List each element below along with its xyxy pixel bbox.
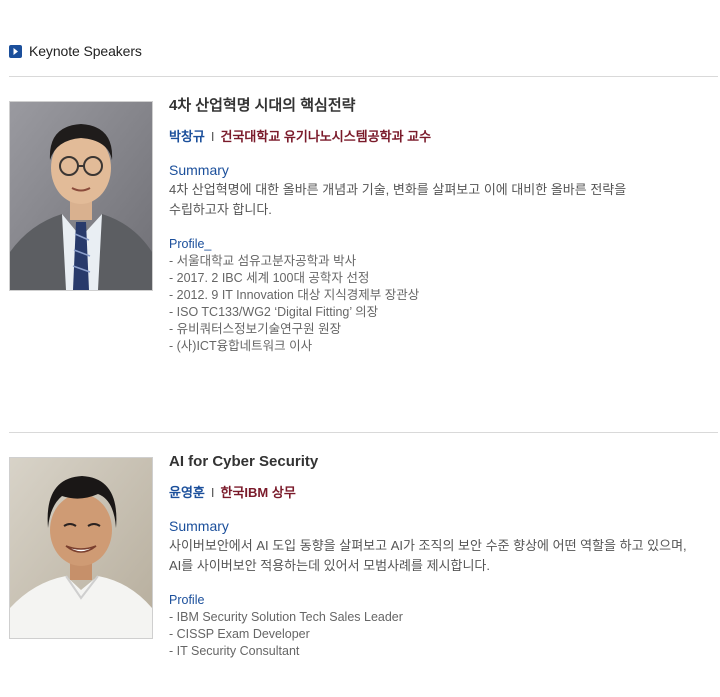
arrow-bullet-icon <box>9 44 22 58</box>
separator: I <box>210 129 215 144</box>
profile-item: - (사)ICT융합네트워크 이사 <box>169 339 313 353</box>
profile-item: - ISO TC133/WG2 ‘Digital Fitting’ 의장 <box>169 305 379 319</box>
summary-text: 4차 산업혁명에 대한 올바른 개념과 기술, 변화를 살펴보고 이에 대비한 … <box>169 180 720 220</box>
divider <box>9 432 718 433</box>
profile-item: - 2012. 9 IT Innovation 대상 지식경제부 장관상 <box>169 288 420 302</box>
speaker-line: 윤영훈 I 한국IBM 상무 <box>169 485 720 501</box>
divider <box>9 76 718 77</box>
profile-label: Profile_ <box>169 237 212 251</box>
speaker-affiliation: 한국IBM 상무 <box>220 485 296 500</box>
profile-item: - 서울대학교 섬유고분자공학과 박사 <box>169 254 357 268</box>
talk-title: AI for Cyber Security <box>169 453 319 470</box>
profile-item: - CISSP Exam Developer <box>169 627 310 641</box>
profile-list: - 서울대학교 섬유고분자공학과 박사 - 2017. 2 IBC 세계 100… <box>169 253 720 355</box>
speaker-content: AI for Cyber Security 윤영훈 I 한국IBM 상무 Summa… <box>169 453 720 660</box>
profile-item: - IT Security Consultant <box>169 644 300 658</box>
profile-label: Profile <box>169 593 205 607</box>
speaker-content: 4차 산업혁명 시대의 핵심전략 박창규 I 건국대학교 유기나노시스템공학과 교수… <box>169 97 720 355</box>
speaker-photo <box>9 101 153 291</box>
speaker-portrait-image <box>10 102 152 290</box>
profile-item: - 유비쿼터스정보기술연구원 원장 <box>169 322 342 336</box>
summary-label: Summary <box>169 518 229 534</box>
speaker-name: 윤영훈 <box>169 485 205 500</box>
speaker-photo <box>9 457 153 639</box>
speaker-affiliation: 건국대학교 유기나노시스템공학과 교수 <box>220 129 432 144</box>
talk-title: 4차 산업혁명 시대의 핵심전략 <box>169 97 356 114</box>
summary-line: 수립하고자 합니다. <box>169 202 272 217</box>
speaker-portrait-image <box>10 458 152 638</box>
speaker-line: 박창규 I 건국대학교 유기나노시스템공학과 교수 <box>169 129 720 145</box>
speaker-name: 박창규 <box>169 129 205 144</box>
section-header: Keynote Speakers <box>9 43 142 59</box>
summary-line: AI를 사이버보안 적용하는데 있어서 모범사례를 제시합니다. <box>169 558 490 573</box>
summary-label: Summary <box>169 162 229 178</box>
separator: I <box>210 485 215 500</box>
profile-item: - IBM Security Solution Tech Sales Leade… <box>169 610 403 624</box>
section-title: Keynote Speakers <box>29 43 142 59</box>
profile-list: - IBM Security Solution Tech Sales Leade… <box>169 609 720 660</box>
summary-text: 사이버보안에서 AI 도입 동향을 살펴보고 AI가 조직의 보안 수준 향상에… <box>169 536 720 576</box>
profile-item: - 2017. 2 IBC 세계 100대 공학자 선정 <box>169 271 370 285</box>
summary-line: 4차 산업혁명에 대한 올바른 개념과 기술, 변화를 살펴보고 이에 대비한 … <box>169 182 627 197</box>
summary-line: 사이버보안에서 AI 도입 동향을 살펴보고 AI가 조직의 보안 수준 향상에… <box>169 538 687 553</box>
